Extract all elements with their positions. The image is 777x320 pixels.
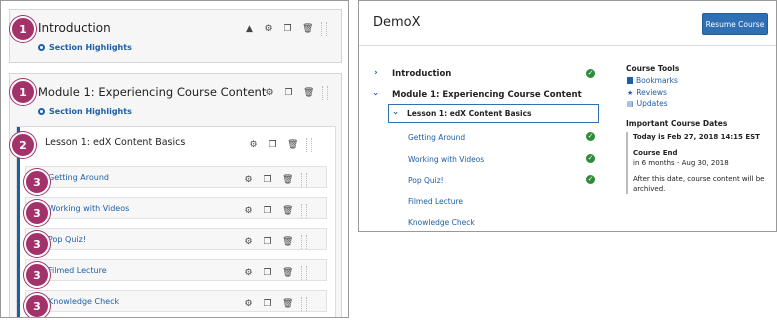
updates-link[interactable]: ▤ Updates (627, 99, 668, 108)
callout-badge: 3 (24, 231, 50, 257)
chevron-right-icon[interactable]: › (374, 68, 378, 78)
gear-icon[interactable]: ⚙ (244, 237, 253, 247)
gear-icon[interactable]: ⚙ (244, 299, 253, 309)
course-end-label: Course End (633, 149, 678, 157)
callout-badge: 3 (24, 169, 50, 195)
complete-check-icon: ✓ (586, 69, 595, 78)
drag-handle[interactable] (301, 297, 307, 311)
duplicate-icon[interactable]: ❐ (263, 268, 272, 278)
today-date: Today is Feb 27, 2018 14:15 EST (633, 133, 760, 141)
course-dates-list: Today is Feb 27, 2018 14:15 EST Course E… (626, 132, 766, 194)
delete-icon[interactable]: 🗑 (287, 140, 298, 150)
unit-row[interactable]: Filmed Lecture ⚙ ❐ 🗑 (25, 259, 327, 281)
reviews-link[interactable]: ★ Reviews (627, 88, 667, 97)
callout-badge: 2 (10, 132, 36, 158)
star-icon: ★ (627, 88, 634, 97)
outline-section-module-1[interactable]: Module 1: Experiencing Course Content (392, 90, 582, 100)
drag-handle[interactable] (322, 86, 328, 100)
complete-check-icon: ✓ (586, 154, 595, 163)
lms-course-panel: DemoX Resume Course › Introduction ✓ › M… (358, 0, 777, 232)
studio-outline-panel: Introduction Section Highlights ▲ ⚙ ❐ 🗑 … (0, 0, 349, 318)
callout-badge: 3 (24, 200, 50, 226)
complete-check-icon: ✓ (586, 175, 595, 184)
unit-row[interactable]: Pop Quiz! ⚙ ❐ 🗑 (25, 228, 327, 250)
gear-icon[interactable]: ⚙ (244, 268, 253, 278)
unit-row[interactable]: Knowledge Check ⚙ ❐ 🗑 (25, 290, 327, 312)
delete-icon[interactable]: 🗑 (282, 175, 293, 185)
duplicate-icon[interactable]: ❐ (268, 140, 277, 150)
archive-note: After this date, course content will be … (633, 175, 765, 193)
section-module-1: Module 1: Experiencing Course Content Se… (9, 73, 342, 317)
gear-icon[interactable]: ⚙ (265, 88, 274, 98)
delete-icon[interactable]: 🗑 (302, 24, 313, 34)
delete-icon[interactable]: 🗑 (282, 237, 293, 247)
outline-subsection-lesson-1[interactable]: › Lesson 1: edX Content Basics (388, 104, 599, 123)
course-title: DemoX (373, 15, 421, 30)
course-end-value: in 6 months - Aug 30, 2018 (633, 159, 729, 167)
unit-title[interactable]: Pop Quiz! (48, 235, 86, 244)
drag-handle[interactable] (321, 22, 327, 36)
outline-section-introduction[interactable]: Introduction (392, 69, 451, 79)
gear-icon[interactable]: ⚙ (249, 140, 258, 150)
drag-handle[interactable] (301, 235, 307, 249)
callout-badge: 3 (24, 262, 50, 288)
gear-icon[interactable]: ⚙ (244, 206, 253, 216)
resume-course-button[interactable]: Resume Course (702, 13, 768, 35)
subsection-title[interactable]: Lesson 1: edX Content Basics (45, 137, 185, 148)
bookmarks-link[interactable]: Bookmarks (627, 76, 678, 85)
gear-icon[interactable]: ⚙ (244, 175, 253, 185)
callout-badge: 1 (10, 16, 36, 42)
drag-handle[interactable] (306, 138, 312, 152)
upload-icon[interactable]: ▲ (245, 24, 254, 34)
gear-icon[interactable]: ⚙ (264, 24, 273, 34)
course-tools-heading: Course Tools (626, 64, 680, 73)
unit-title[interactable]: Knowledge Check (48, 297, 119, 306)
unit-title[interactable]: Working with Videos (48, 204, 129, 213)
duplicate-icon[interactable]: ❐ (283, 24, 292, 34)
section-highlights-link[interactable]: Section Highlights (38, 43, 132, 52)
unit-row[interactable]: Getting Around ⚙ ❐ 🗑 (25, 166, 327, 188)
course-dates-heading: Important Course Dates (626, 119, 728, 128)
outline-unit-link[interactable]: Filmed Lecture (408, 197, 463, 206)
duplicate-icon[interactable]: ❐ (263, 237, 272, 247)
unit-title[interactable]: Filmed Lecture (48, 266, 107, 275)
duplicate-icon[interactable]: ❐ (263, 175, 272, 185)
chevron-down-icon: › (389, 111, 400, 115)
outline-unit-link[interactable]: Knowledge Check (408, 218, 475, 227)
course-header: DemoX Resume Course (359, 1, 776, 46)
delete-icon[interactable]: 🗑 (303, 88, 314, 98)
duplicate-icon[interactable]: ❐ (263, 206, 272, 216)
section-introduction: Introduction Section Highlights ▲ ⚙ ❐ 🗑 (9, 9, 342, 63)
callout-badge: 1 (10, 79, 36, 105)
updates-icon: ▤ (627, 99, 634, 108)
duplicate-icon[interactable]: ❐ (263, 299, 272, 309)
delete-icon[interactable]: 🗑 (282, 206, 293, 216)
outline-unit-link[interactable]: Pop Quiz! (408, 176, 444, 185)
duplicate-icon[interactable]: ❐ (284, 88, 293, 98)
section-title[interactable]: Introduction (38, 21, 111, 35)
complete-check-icon: ✓ (586, 132, 595, 141)
drag-handle[interactable] (301, 204, 307, 218)
outline-unit-link[interactable]: Working with Videos (408, 155, 484, 164)
highlights-icon (38, 44, 45, 51)
delete-icon[interactable]: 🗑 (282, 299, 293, 309)
subsection-title: Lesson 1: edX Content Basics (407, 109, 532, 118)
unit-title[interactable]: Getting Around (48, 173, 109, 182)
delete-icon[interactable]: 🗑 (282, 268, 293, 278)
callout-badge: 3 (24, 293, 50, 317)
drag-handle[interactable] (301, 173, 307, 187)
highlights-icon (38, 108, 45, 115)
chevron-down-icon[interactable]: › (370, 92, 380, 96)
unit-row[interactable]: Working with Videos ⚙ ❐ 🗑 (25, 197, 327, 219)
outline-unit-link[interactable]: Getting Around (408, 133, 465, 142)
subsection-lesson-1: Lesson 1: edX Content Basics ⚙ ❐ 🗑 Getti… (16, 126, 336, 317)
section-title[interactable]: Module 1: Experiencing Course Content (38, 85, 266, 99)
section-highlights-link[interactable]: Section Highlights (38, 107, 132, 116)
bookmark-icon (627, 77, 633, 84)
drag-handle[interactable] (301, 266, 307, 280)
